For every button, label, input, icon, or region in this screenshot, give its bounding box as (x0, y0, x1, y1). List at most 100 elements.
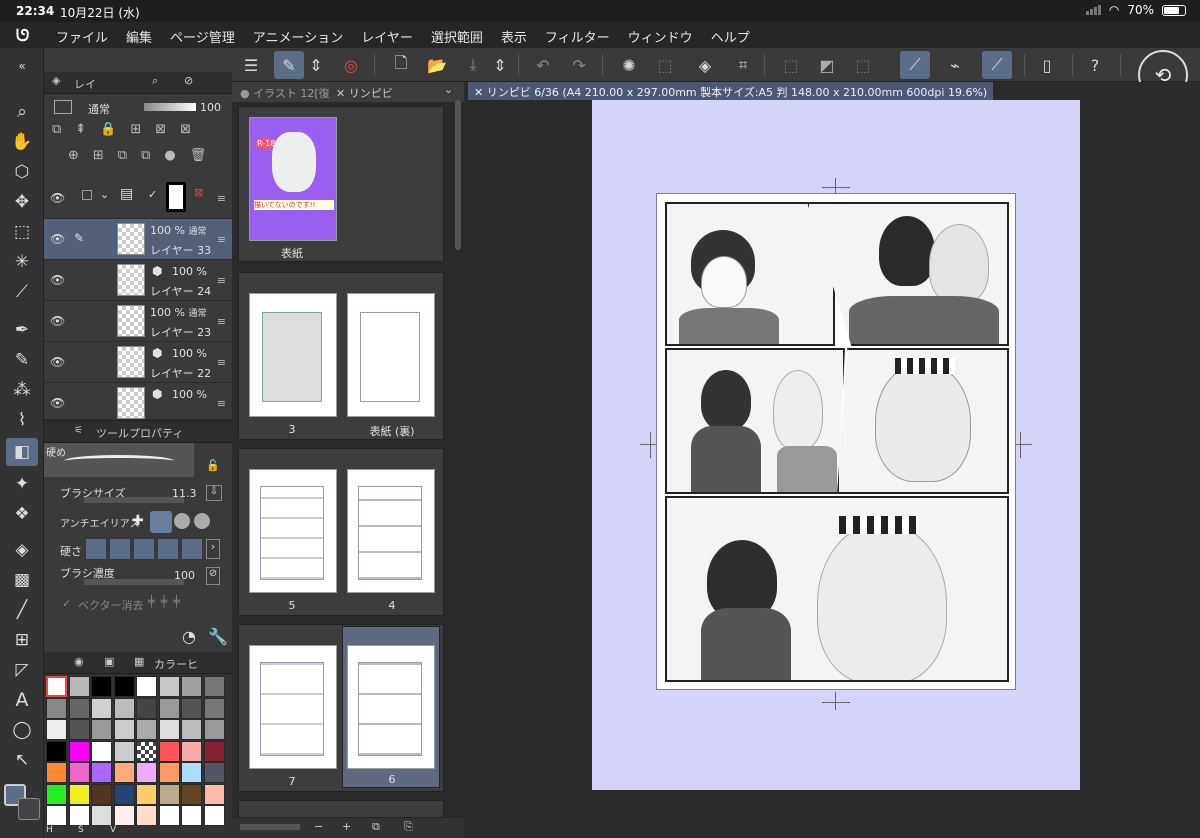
brush-size-slider[interactable] (84, 497, 184, 503)
layer-menu-icon[interactable]: ≡ (217, 356, 226, 369)
page-settings-icon[interactable]: ⧉ (372, 820, 380, 834)
frame-icon[interactable]: ⊞ (6, 626, 38, 654)
save-icon[interactable]: ⤓ (458, 51, 488, 79)
correct-line-icon[interactable]: ↖ (6, 746, 38, 774)
zoom-out-icon[interactable]: − (314, 820, 323, 833)
color-swatch[interactable] (68, 805, 90, 826)
manga-page[interactable] (656, 193, 1016, 690)
menu-page[interactable]: ページ管理 (170, 27, 235, 46)
eraser-icon[interactable]: ◧ (6, 438, 38, 466)
color-swatch[interactable] (46, 762, 67, 783)
lock-icon[interactable]: 🔓 (206, 459, 220, 472)
antialias-strong-icon[interactable] (194, 513, 210, 529)
brush-icon[interactable]: ⌇ (6, 406, 38, 434)
eye-icon[interactable]: 👁 (50, 273, 65, 287)
page-card-spread[interactable]: 3 表紙 (裏) (238, 272, 444, 440)
vector-erase-modes[interactable]: ╪╪╪ (148, 595, 186, 608)
color-history-icon[interactable]: ▦ (134, 655, 144, 668)
collapse-icon[interactable]: « (6, 52, 38, 80)
hardness-step[interactable] (86, 539, 106, 559)
pencil-icon[interactable]: ✎ (6, 346, 38, 374)
color-swatch[interactable] (158, 719, 180, 740)
page-list-scrollbar[interactable] (455, 100, 461, 250)
loading-icon[interactable]: ✺ (614, 51, 644, 79)
color-swatch[interactable] (181, 805, 202, 826)
color-swatch[interactable] (113, 783, 135, 805)
new-file-icon[interactable]: 🗋 (386, 51, 416, 79)
eye-icon[interactable]: 👁 (50, 314, 65, 328)
hardness-step[interactable] (134, 539, 154, 559)
color-swatch[interactable] (68, 697, 90, 719)
color-swatch[interactable] (68, 740, 90, 762)
layer-row[interactable]: 👁 ✎ 100 % 通常 レイヤー 33 ≡ (44, 219, 232, 260)
color-swatch[interactable] (113, 762, 135, 783)
object-icon[interactable]: ⬡ (6, 158, 38, 186)
airbrush-icon[interactable]: ⁂ (6, 376, 38, 404)
color-wheel-icon[interactable]: ◉ (74, 655, 84, 668)
sparkle-icon[interactable]: ✦ (6, 470, 38, 498)
color-swatch[interactable] (203, 676, 225, 697)
chevron-down-icon[interactable]: ⌄ (444, 83, 453, 96)
brush-size-row[interactable]: ブラシサイズ 11.3 ⇩ (44, 483, 232, 511)
color-swatch[interactable] (203, 805, 225, 826)
color-swatch[interactable] (91, 805, 112, 826)
chevron-updown-icon[interactable]: ⇕ (492, 51, 508, 79)
layer-menu-icon[interactable]: ≡ (217, 315, 226, 328)
color-swatch[interactable] (113, 697, 135, 719)
brush-preset[interactable]: 硬め (44, 443, 194, 477)
color-swatch[interactable] (113, 740, 135, 762)
color-swatch[interactable] (113, 805, 135, 826)
chevron-right-icon[interactable]: › (206, 539, 220, 559)
eye-icon[interactable]: 👁 (50, 232, 65, 246)
density-row[interactable]: ブラシ濃度 100 ⊘ (44, 565, 232, 593)
color-swatch[interactable] (181, 676, 202, 697)
layer-tool-row-2[interactable]: ⊕⊞⧉⧉●🗑 (68, 148, 228, 168)
ruler-snap-icon[interactable]: ⟋ (900, 51, 930, 79)
color-set-icon[interactable]: ▣ (104, 655, 114, 668)
color-swatch[interactable] (136, 697, 157, 719)
color-swatch[interactable] (181, 740, 202, 762)
menu-layer[interactable]: レイヤー (361, 27, 413, 46)
text-icon[interactable]: A (6, 686, 38, 714)
color-swatch[interactable] (91, 697, 112, 719)
doc-tab-1[interactable]: ● イラスト 12[復 (240, 85, 336, 101)
color-swatch[interactable] (46, 676, 67, 697)
color-swatch[interactable] (91, 783, 112, 805)
color-swatch[interactable] (46, 740, 67, 762)
color-swatch[interactable] (91, 762, 112, 783)
navigator-icon[interactable]: ⊘ (184, 74, 193, 87)
wrench-icon[interactable]: 🔧 (208, 627, 228, 646)
color-swatch[interactable] (203, 762, 225, 783)
color-swatch[interactable] (158, 805, 180, 826)
color-swatch[interactable] (203, 740, 225, 762)
layer-search-icon[interactable]: ⌕ (152, 74, 158, 88)
hand-icon[interactable]: ✋ (6, 128, 38, 156)
color-swatch[interactable] (91, 740, 112, 762)
eye-icon[interactable]: 👁 (50, 191, 65, 205)
color-swatch[interactable] (68, 676, 90, 697)
ruler-icon[interactable]: ◸ (6, 656, 38, 684)
color-swatch[interactable] (136, 719, 157, 740)
color-swatch[interactable] (91, 719, 112, 740)
eye-icon[interactable]: 👁 (50, 355, 65, 369)
layer-menu-icon[interactable]: ≡ (217, 397, 226, 410)
color-swatch[interactable] (113, 719, 135, 740)
color-swatch[interactable] (91, 676, 112, 697)
sub-color-swatch[interactable] (18, 798, 40, 820)
density-pressure-icon[interactable]: ⊘ (206, 567, 220, 585)
color-swatch[interactable] (203, 697, 225, 719)
page-card-selected[interactable]: 6 (342, 626, 440, 788)
color-swatch[interactable] (68, 783, 90, 805)
redo-icon[interactable]: ↷ (564, 51, 594, 79)
hardness-row[interactable]: 硬さ › (44, 537, 232, 565)
color-swatch[interactable] (136, 783, 157, 805)
eyedropper-icon[interactable]: ⟋ (6, 278, 38, 306)
open-folder-icon[interactable]: 📂 (422, 51, 452, 79)
hardness-step[interactable] (110, 539, 130, 559)
color-swatch[interactable] (136, 762, 157, 783)
layer-color-icon[interactable] (54, 100, 72, 114)
line-snap-icon[interactable]: ⟋ (982, 51, 1012, 79)
blend-mode-select[interactable]: 通常 (88, 101, 110, 117)
color-swatch[interactable] (158, 783, 180, 805)
fill-icon[interactable]: ◈ (6, 536, 38, 564)
